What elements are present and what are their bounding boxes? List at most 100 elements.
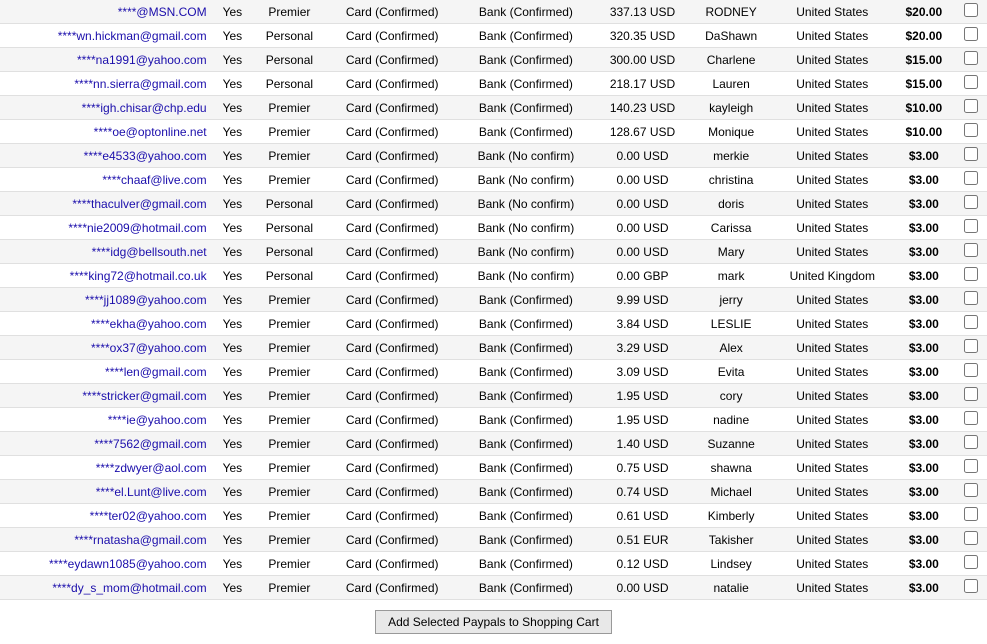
row-checkbox[interactable] xyxy=(964,267,978,281)
email-cell[interactable]: ****ox37@yahoo.com xyxy=(0,336,213,360)
email-link[interactable]: ****ekha@yahoo.com xyxy=(91,317,207,331)
email-link[interactable]: ****ox37@yahoo.com xyxy=(91,341,207,355)
checkbox-cell[interactable] xyxy=(954,480,987,504)
email-link[interactable]: ****len@gmail.com xyxy=(105,365,207,379)
email-link[interactable]: ****na1991@yahoo.com xyxy=(77,53,207,67)
email-cell[interactable]: ****jj1089@yahoo.com xyxy=(0,288,213,312)
row-checkbox[interactable] xyxy=(964,243,978,257)
checkbox-cell[interactable] xyxy=(954,144,987,168)
email-link[interactable]: ****ie@yahoo.com xyxy=(108,413,207,427)
checkbox-cell[interactable] xyxy=(954,384,987,408)
row-checkbox[interactable] xyxy=(964,27,978,41)
email-cell[interactable]: ****nn.sierra@gmail.com xyxy=(0,72,213,96)
row-checkbox[interactable] xyxy=(964,459,978,473)
email-link[interactable]: ****nie2009@hotmail.com xyxy=(68,221,206,235)
checkbox-cell[interactable] xyxy=(954,0,987,24)
email-cell[interactable]: ****na1991@yahoo.com xyxy=(0,48,213,72)
email-link[interactable]: ****king72@hotmail.co.uk xyxy=(70,269,207,283)
email-link[interactable]: ****ter02@yahoo.com xyxy=(90,509,207,523)
row-checkbox[interactable] xyxy=(964,339,978,353)
checkbox-cell[interactable] xyxy=(954,456,987,480)
row-checkbox[interactable] xyxy=(964,171,978,185)
email-link[interactable]: ****el.Lunt@live.com xyxy=(96,485,207,499)
email-link[interactable]: ****stricker@gmail.com xyxy=(82,389,206,403)
row-checkbox[interactable] xyxy=(964,531,978,545)
row-checkbox[interactable] xyxy=(964,3,978,17)
row-checkbox[interactable] xyxy=(964,147,978,161)
checkbox-cell[interactable] xyxy=(954,288,987,312)
email-link[interactable]: ****nn.sierra@gmail.com xyxy=(74,77,206,91)
email-link[interactable]: ****jj1089@yahoo.com xyxy=(85,293,207,307)
email-link[interactable]: ****chaaf@live.com xyxy=(102,173,206,187)
email-cell[interactable]: ****ekha@yahoo.com xyxy=(0,312,213,336)
email-cell[interactable]: ****idg@bellsouth.net xyxy=(0,240,213,264)
email-link[interactable]: ****eydawn1085@yahoo.com xyxy=(49,557,207,571)
email-cell[interactable]: ****rnatasha@gmail.com xyxy=(0,528,213,552)
row-checkbox[interactable] xyxy=(964,123,978,137)
checkbox-cell[interactable] xyxy=(954,96,987,120)
row-checkbox[interactable] xyxy=(964,555,978,569)
add-to-cart-button[interactable]: Add Selected Paypals to Shopping Cart xyxy=(375,610,612,634)
row-checkbox[interactable] xyxy=(964,291,978,305)
checkbox-cell[interactable] xyxy=(954,24,987,48)
email-link[interactable]: ****igh.chisar@chp.edu xyxy=(82,101,207,115)
checkbox-cell[interactable] xyxy=(954,432,987,456)
checkbox-cell[interactable] xyxy=(954,240,987,264)
checkbox-cell[interactable] xyxy=(954,408,987,432)
email-cell[interactable]: ****eydawn1085@yahoo.com xyxy=(0,552,213,576)
email-link[interactable]: ****dy_s_mom@hotmail.com xyxy=(52,581,206,595)
row-checkbox[interactable] xyxy=(964,387,978,401)
checkbox-cell[interactable] xyxy=(954,48,987,72)
checkbox-cell[interactable] xyxy=(954,72,987,96)
checkbox-cell[interactable] xyxy=(954,552,987,576)
email-link[interactable]: ****rnatasha@gmail.com xyxy=(74,533,206,547)
email-link[interactable]: ****thaculver@gmail.com xyxy=(72,197,206,211)
email-link[interactable]: ****@MSN.COM xyxy=(118,5,207,19)
row-checkbox[interactable] xyxy=(964,411,978,425)
email-cell[interactable]: ****king72@hotmail.co.uk xyxy=(0,264,213,288)
email-link[interactable]: ****idg@bellsouth.net xyxy=(92,245,207,259)
email-cell[interactable]: ****e4533@yahoo.com xyxy=(0,144,213,168)
email-link[interactable]: ****wn.hickman@gmail.com xyxy=(58,29,207,43)
email-cell[interactable]: ****oe@optonline.net xyxy=(0,120,213,144)
row-checkbox[interactable] xyxy=(964,195,978,209)
checkbox-cell[interactable] xyxy=(954,576,987,600)
checkbox-cell[interactable] xyxy=(954,168,987,192)
checkbox-cell[interactable] xyxy=(954,192,987,216)
checkbox-cell[interactable] xyxy=(954,264,987,288)
email-cell[interactable]: ****wn.hickman@gmail.com xyxy=(0,24,213,48)
row-checkbox[interactable] xyxy=(964,363,978,377)
checkbox-cell[interactable] xyxy=(954,312,987,336)
checkbox-cell[interactable] xyxy=(954,336,987,360)
email-cell[interactable]: ****ter02@yahoo.com xyxy=(0,504,213,528)
email-cell[interactable]: ****thaculver@gmail.com xyxy=(0,192,213,216)
email-link[interactable]: ****zdwyer@aol.com xyxy=(96,461,207,475)
email-cell[interactable]: ****stricker@gmail.com xyxy=(0,384,213,408)
email-cell[interactable]: ****7562@gmail.com xyxy=(0,432,213,456)
email-cell[interactable]: ****ie@yahoo.com xyxy=(0,408,213,432)
email-cell[interactable]: ****chaaf@live.com xyxy=(0,168,213,192)
row-checkbox[interactable] xyxy=(964,435,978,449)
email-link[interactable]: ****oe@optonline.net xyxy=(94,125,207,139)
checkbox-cell[interactable] xyxy=(954,504,987,528)
email-cell[interactable]: ****@MSN.COM xyxy=(0,0,213,24)
email-cell[interactable]: ****igh.chisar@chp.edu xyxy=(0,96,213,120)
row-checkbox[interactable] xyxy=(964,51,978,65)
email-cell[interactable]: ****nie2009@hotmail.com xyxy=(0,216,213,240)
row-checkbox[interactable] xyxy=(964,483,978,497)
checkbox-cell[interactable] xyxy=(954,120,987,144)
email-cell[interactable]: ****zdwyer@aol.com xyxy=(0,456,213,480)
checkbox-cell[interactable] xyxy=(954,216,987,240)
checkbox-cell[interactable] xyxy=(954,528,987,552)
email-cell[interactable]: ****el.Lunt@live.com xyxy=(0,480,213,504)
email-cell[interactable]: ****dy_s_mom@hotmail.com xyxy=(0,576,213,600)
email-link[interactable]: ****e4533@yahoo.com xyxy=(84,149,207,163)
email-link[interactable]: ****7562@gmail.com xyxy=(94,437,206,451)
row-checkbox[interactable] xyxy=(964,99,978,113)
row-checkbox[interactable] xyxy=(964,579,978,593)
row-checkbox[interactable] xyxy=(964,315,978,329)
checkbox-cell[interactable] xyxy=(954,360,987,384)
email-cell[interactable]: ****len@gmail.com xyxy=(0,360,213,384)
row-checkbox[interactable] xyxy=(964,75,978,89)
row-checkbox[interactable] xyxy=(964,507,978,521)
